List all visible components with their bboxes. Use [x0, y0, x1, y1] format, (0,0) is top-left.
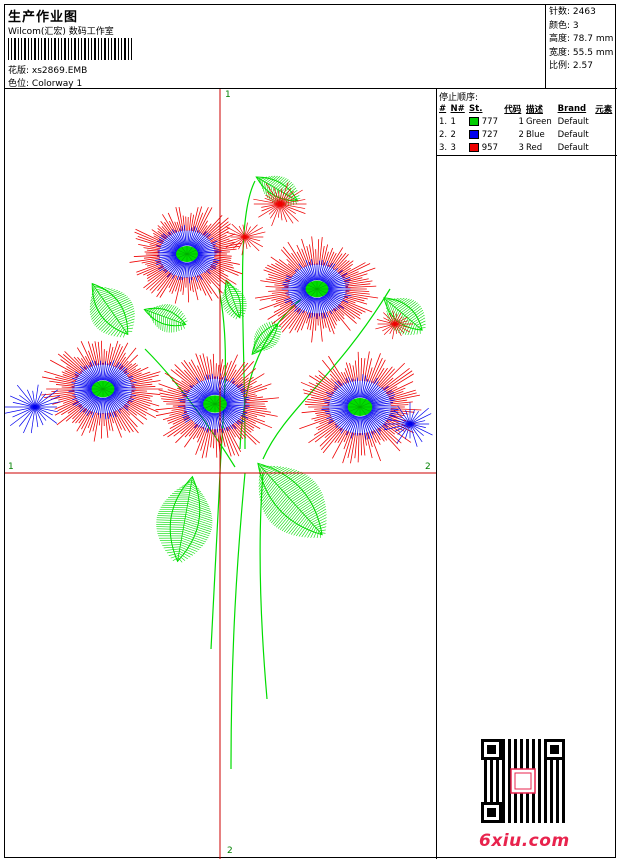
- col-n: N#: [450, 103, 465, 114]
- colorway-line: 色位: Colorway 1: [8, 76, 82, 89]
- stat-colors: 颜色: 3: [549, 20, 579, 31]
- axis-label-top: 1: [225, 90, 231, 100]
- color-swatch: [469, 142, 480, 152]
- table-row: 1. 1 777 1 Green Default: [439, 116, 589, 127]
- sheet-header: 生产作业图 Wilcom(汇宏) 数码工作室 花版: xs2869.EMB 色位…: [5, 5, 617, 89]
- colorway-label: 色位:: [8, 79, 30, 89]
- axis-label-right: 2: [425, 462, 431, 472]
- color-swatch: [469, 129, 480, 139]
- design-file-label: 花版:: [8, 66, 30, 76]
- col-code: 代码: [504, 104, 522, 115]
- qr-code: [481, 739, 565, 823]
- production-sheet: 生产作业图 Wilcom(汇宏) 数码工作室 花版: xs2869.EMB 色位…: [4, 4, 617, 859]
- stat-width: 宽度: 55.5 mm: [549, 47, 614, 58]
- company-name: Wilcom(汇宏) 数码工作室: [8, 27, 114, 37]
- barcode: [8, 38, 132, 60]
- stat-height: 高度: 78.7 mm: [549, 34, 614, 44]
- stop-sequence-table: # N# St. 代码 描述 Brand 元素 1. 1 777 1 Green Def…: [438, 102, 616, 154]
- design-canvas: 1 2 1 2: [5, 89, 437, 859]
- stat-scale: 比例: 2.57: [549, 61, 593, 71]
- col-desc: 描述: [525, 104, 543, 115]
- table-row: 2. 2 727 2 Blue Default: [439, 129, 589, 140]
- design-stats: 针数: 2463 颜色: 3 高度: 78.7 mm 宽度: 55.5 mm 比…: [545, 5, 617, 89]
- color-swatch: [469, 116, 480, 126]
- watermark-logo: 6xiu.com: [479, 831, 570, 851]
- embroidery-design: [5, 89, 436, 859]
- col-stitches: St.: [469, 103, 483, 114]
- col-element: 元素: [595, 104, 613, 115]
- stop-sequence-panel: 停止顺序: # N# St. 代码 描述 Brand 元素 1. 1 777 1 Gr…: [437, 89, 617, 156]
- axis-label-bottom: 2: [227, 846, 233, 856]
- colorway-name: Colorway 1: [31, 79, 83, 89]
- axis-label-left: 1: [8, 462, 14, 472]
- table-header-row: # N# St. 代码 描述 Brand 元素: [438, 102, 616, 115]
- col-index: #: [439, 103, 447, 114]
- sheet-title: 生产作业图: [8, 10, 79, 25]
- table-row: 3. 3 957 3 Red Default: [439, 142, 589, 153]
- design-file-line: 花版: xs2869.EMB: [8, 63, 87, 76]
- design-file-name: xs2869.EMB: [31, 66, 88, 76]
- stat-stitches: 针数: 2463: [549, 7, 596, 17]
- col-brand: Brand: [557, 103, 587, 114]
